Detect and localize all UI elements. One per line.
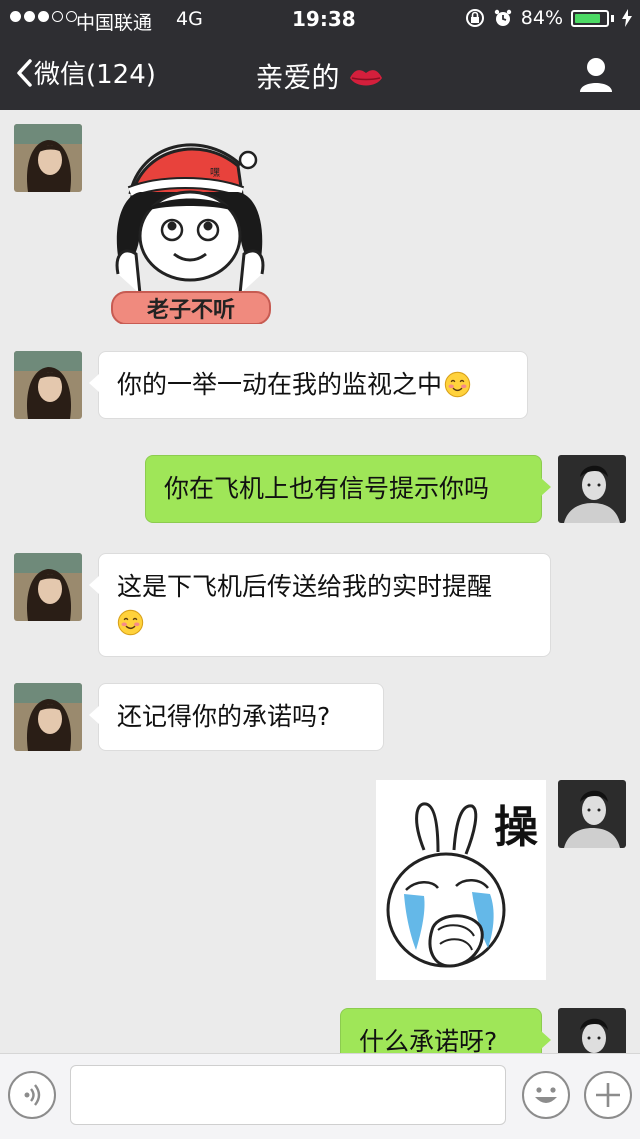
- my-avatar[interactable]: [558, 780, 626, 848]
- message-input[interactable]: [70, 1065, 506, 1125]
- status-right: 84%: [465, 7, 632, 29]
- message-text: 什么承诺呀?: [359, 1027, 498, 1053]
- message-text: 你的一举一动在我的监视之中: [117, 370, 443, 399]
- more-button[interactable]: [584, 1071, 632, 1119]
- chat-area[interactable]: 嘿 老子不听 你的一举一动在我的监视之中 你在飞机上也有信号提示你吗 这是下飞机…: [0, 110, 640, 1053]
- profile-icon[interactable]: [576, 54, 616, 94]
- my-avatar[interactable]: [558, 455, 626, 523]
- network-type: 4G: [176, 8, 203, 30]
- carrier-label: 中国联通: [76, 12, 153, 34]
- contact-avatar[interactable]: [14, 683, 82, 751]
- battery-percent: 84%: [520, 7, 563, 29]
- nav-bar: 微信(124) 亲爱的: [0, 40, 640, 110]
- chat-title: 亲爱的: [0, 56, 640, 96]
- message-text: 这是下飞机后传送给我的实时提醒: [117, 572, 493, 601]
- voice-button[interactable]: [8, 1071, 56, 1119]
- smiley-blush-icon: [117, 609, 144, 636]
- message-bubble[interactable]: 你的一举一动在我的监视之中: [89, 351, 528, 419]
- emoji-button[interactable]: [522, 1071, 570, 1119]
- rabbit-sticker[interactable]: 操: [376, 780, 546, 980]
- message-text: 你在飞机上也有信号提示你吗: [164, 474, 490, 503]
- voice-icon: [24, 1084, 41, 1106]
- sticker-small-text: 嘿: [210, 167, 220, 179]
- sticker-caption: 老子不听: [146, 298, 235, 323]
- my-avatar[interactable]: [558, 1008, 626, 1053]
- girl-sticker[interactable]: 嘿 老子不听: [100, 124, 280, 324]
- contact-avatar[interactable]: [14, 351, 82, 419]
- input-bar: [0, 1053, 640, 1139]
- smiley-blush-icon: [444, 371, 471, 398]
- message-bubble[interactable]: 你在飞机上也有信号提示你吗: [145, 455, 551, 523]
- plus-icon: [596, 1083, 620, 1107]
- status-bar: 中国联通 4G 19:38 84%: [0, 0, 640, 40]
- signal-strength-icon: [10, 11, 77, 22]
- alarm-icon: [494, 9, 511, 26]
- emoji-icon: [535, 1087, 557, 1103]
- contact-avatar[interactable]: [14, 124, 82, 192]
- message-bubble[interactable]: 什么承诺呀?: [340, 1008, 551, 1053]
- lips-icon: [350, 70, 383, 86]
- message-bubble[interactable]: 这是下飞机后传送给我的实时提醒: [89, 553, 551, 657]
- message-text: 还记得你的承诺吗?: [117, 702, 331, 731]
- clock: 19:38: [292, 7, 356, 31]
- charging-icon: [622, 9, 632, 27]
- message-bubble[interactable]: 还记得你的承诺吗?: [89, 683, 384, 751]
- rotation-lock-icon: [465, 9, 484, 27]
- chat-title-text: 亲爱的: [255, 61, 340, 94]
- contact-avatar[interactable]: [14, 553, 82, 621]
- sticker-caption: 操: [494, 802, 538, 853]
- battery-icon: [571, 9, 609, 27]
